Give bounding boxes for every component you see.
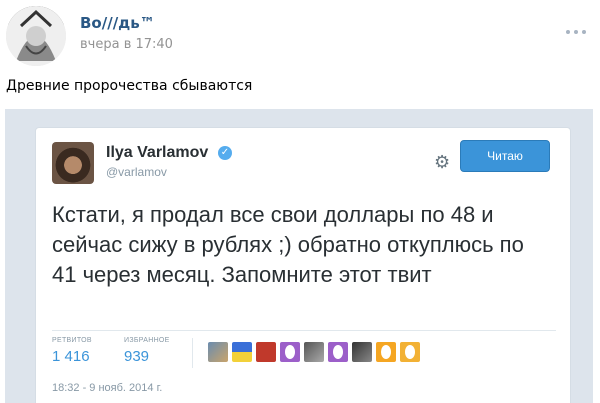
tweet-card: Ilya Varlamov ✓ @varlamov ⚙ Читаю Кстати… bbox=[35, 127, 571, 403]
more-dots-icon[interactable] bbox=[566, 26, 588, 38]
egg-avatar-icon bbox=[376, 342, 396, 362]
favoriter-avatar bbox=[232, 342, 252, 362]
avatar-image bbox=[6, 6, 66, 66]
stats-vertical-divider bbox=[192, 338, 193, 368]
author-name[interactable]: Во///дь™ bbox=[80, 14, 155, 32]
egg-avatar-icon bbox=[400, 342, 420, 362]
favoriter-avatar bbox=[208, 342, 228, 362]
favorites-count: 939 bbox=[124, 348, 150, 365]
tweet-screenshot[interactable]: Ilya Varlamov ✓ @varlamov ⚙ Читаю Кстати… bbox=[5, 109, 593, 403]
favoriter-avatar bbox=[304, 342, 324, 362]
gear-icon: ⚙ bbox=[434, 152, 451, 173]
verified-badge-icon: ✓ bbox=[218, 146, 232, 160]
tweet-date: 18:32 - 9 нояб. 2014 г. bbox=[52, 382, 163, 394]
stats-divider bbox=[52, 330, 556, 331]
favoriter-avatar bbox=[352, 342, 372, 362]
egg-avatar-icon bbox=[280, 342, 300, 362]
favoriter-avatar bbox=[256, 342, 276, 362]
post-text: Древние пророчества сбываются bbox=[6, 78, 253, 94]
follow-button: Читаю bbox=[460, 140, 550, 172]
author-avatar[interactable] bbox=[6, 6, 66, 66]
post-time[interactable]: вчера в 17:40 bbox=[80, 37, 173, 52]
tweet-avatar bbox=[52, 142, 94, 184]
tweet-text: Кстати, я продал все свои доллары по 48 … bbox=[52, 202, 524, 287]
post-header: Во///дь™ вчера в 17:40 bbox=[0, 0, 600, 70]
egg-avatar-icon bbox=[328, 342, 348, 362]
retweets-count: 1 416 bbox=[52, 348, 90, 365]
tweet-handle: @varlamov bbox=[106, 165, 167, 179]
favorites-label: ИЗБРАННОЕ bbox=[124, 337, 170, 344]
favoriter-avatars bbox=[208, 342, 420, 362]
retweets-label: РЕТВИТОВ bbox=[52, 337, 92, 344]
tweet-author-name: Ilya Varlamov bbox=[106, 144, 209, 161]
